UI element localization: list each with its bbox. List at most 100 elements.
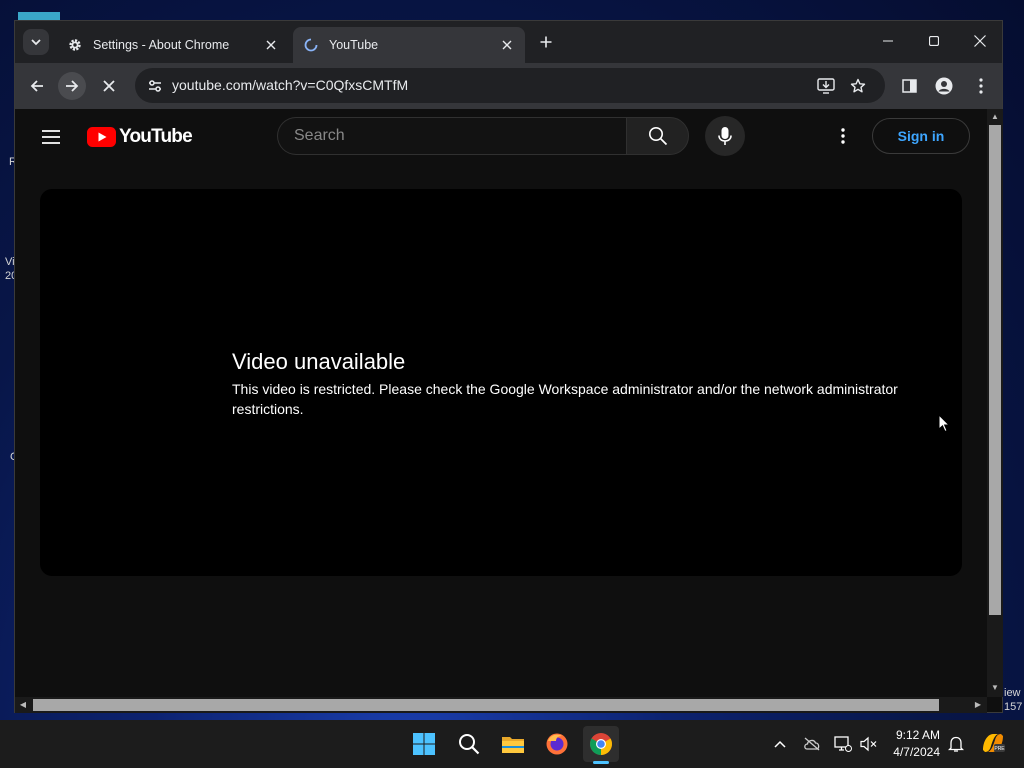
error-title: Video unavailable <box>232 349 406 374</box>
copilot-button[interactable]: PRE <box>980 731 1006 755</box>
new-tab-button[interactable] <box>535 31 557 53</box>
horizontal-scroll-thumb[interactable] <box>33 699 939 711</box>
address-bar[interactable]: youtube.com/watch?v=C0QfxsCMTfM <box>135 68 885 103</box>
copilot-icon: PRE <box>983 734 1005 752</box>
tab-settings-about-chrome[interactable]: Settings - About Chrome <box>57 27 289 63</box>
minimize-icon <box>883 40 893 42</box>
chrome-menu-button[interactable] <box>967 72 995 100</box>
svg-text:PRE: PRE <box>994 746 1005 752</box>
search-box <box>277 117 627 155</box>
clock-date: 4/7/2024 <box>893 745 940 759</box>
maximize-button[interactable] <box>912 27 956 55</box>
tab-close-button[interactable] <box>499 37 515 53</box>
tab-title: YouTube <box>329 38 379 52</box>
search-icon <box>648 127 667 146</box>
desktop-text-fragment: iew <box>1004 687 1021 699</box>
scroll-left-arrow-icon[interactable]: ◀ <box>18 700 28 710</box>
folder-icon <box>502 737 524 753</box>
install-app-button[interactable] <box>812 72 840 100</box>
settings-more-button[interactable] <box>831 124 855 148</box>
search-button[interactable] <box>626 117 689 155</box>
notifications-button[interactable] <box>946 734 966 754</box>
chrome-taskbar-button[interactable] <box>583 726 619 762</box>
back-button[interactable] <box>23 72 51 100</box>
side-panel-button[interactable] <box>895 72 923 100</box>
taskbar: 9:12 AM 4/7/2024 PRE <box>0 720 1024 768</box>
vertical-scrollbar[interactable]: ▲ ▼ <box>987 109 1003 697</box>
gear-icon <box>67 37 83 53</box>
voice-search-button[interactable] <box>705 116 745 156</box>
loading-spinner-icon <box>303 37 319 53</box>
scroll-up-arrow-icon[interactable]: ▲ <box>990 112 1000 122</box>
tab-youtube[interactable]: YouTube <box>293 27 525 63</box>
firefox-icon <box>546 733 568 755</box>
site-info-button[interactable] <box>141 72 169 100</box>
guide-menu-button[interactable] <box>39 125 63 149</box>
arrow-right-icon <box>66 80 79 92</box>
forward-button[interactable] <box>58 72 86 100</box>
video-player[interactable]: Video unavailable This video is restrict… <box>40 189 962 576</box>
firefox-button[interactable] <box>539 726 575 762</box>
cloud-offline-icon <box>804 737 820 751</box>
horizontal-scrollbar[interactable]: ◀ ▶ <box>15 697 987 713</box>
youtube-wordmark: YouTube <box>119 126 193 147</box>
tune-icon <box>149 80 161 92</box>
vertical-scroll-thumb[interactable] <box>989 125 1001 615</box>
more-vert-icon <box>979 78 983 94</box>
onedrive-tray-icon[interactable] <box>802 734 822 754</box>
desktop-tile <box>18 12 60 20</box>
youtube-play-icon <box>87 127 116 147</box>
scroll-right-arrow-icon[interactable]: ▶ <box>973 700 983 710</box>
show-hidden-icons-button[interactable] <box>770 734 790 754</box>
url-text[interactable]: youtube.com/watch?v=C0QfxsCMTfM <box>172 68 408 103</box>
network-tray-icon[interactable] <box>833 734 853 754</box>
chevron-down-icon <box>31 39 41 46</box>
close-window-button[interactable] <box>958 27 1002 55</box>
tab-title: Settings - About Chrome <box>93 38 230 52</box>
active-app-indicator <box>593 761 609 764</box>
desktop-text-fragment: 157 <box>1004 701 1023 713</box>
tab-search-button[interactable] <box>23 29 49 55</box>
person-icon <box>935 77 953 95</box>
bookmark-button[interactable] <box>844 72 872 100</box>
system-clock[interactable]: 9:12 AM 4/7/2024 <box>880 727 940 761</box>
sign-in-button[interactable]: Sign in <box>872 118 970 154</box>
chrome-window: Settings - About Chrome YouTube youtube.… <box>14 20 1003 713</box>
maximize-icon <box>929 36 939 46</box>
youtube-page: YouTube Sign in Video unavailable This v… <box>15 109 987 697</box>
microphone-icon <box>718 127 732 145</box>
windows-logo-icon <box>413 733 435 755</box>
profile-button[interactable] <box>930 72 958 100</box>
stop-loading-button[interactable] <box>95 72 123 100</box>
taskbar-search-button[interactable] <box>451 726 487 762</box>
close-icon <box>266 40 276 50</box>
more-vert-icon <box>841 128 845 144</box>
chrome-icon <box>590 733 612 755</box>
tab-strip: Settings - About Chrome YouTube <box>15 21 1002 63</box>
start-button[interactable] <box>406 726 442 762</box>
close-icon <box>974 35 986 47</box>
side-panel-icon <box>901 79 917 93</box>
install-icon <box>817 78 835 94</box>
bell-icon <box>948 736 964 752</box>
minimize-button[interactable] <box>866 27 910 55</box>
speaker-muted-icon <box>860 736 877 752</box>
search-icon <box>459 734 480 755</box>
plus-icon <box>540 36 552 48</box>
close-icon <box>103 80 115 92</box>
arrow-left-icon <box>30 80 43 92</box>
star-icon <box>850 78 866 93</box>
chevron-up-icon <box>774 740 786 748</box>
scroll-down-arrow-icon[interactable]: ▼ <box>990 683 1000 693</box>
file-explorer-button[interactable] <box>495 726 531 762</box>
hamburger-icon <box>42 130 60 144</box>
error-message: This video is restricted. Please check t… <box>232 381 898 417</box>
tab-close-button[interactable] <box>263 37 279 53</box>
clock-time: 9:12 AM <box>895 728 940 742</box>
volume-tray-icon[interactable] <box>859 734 879 754</box>
close-icon <box>502 40 512 50</box>
youtube-logo[interactable]: YouTube <box>87 126 193 148</box>
search-input[interactable] <box>278 118 614 154</box>
browser-toolbar: youtube.com/watch?v=C0QfxsCMTfM <box>15 63 1002 109</box>
mouse-cursor-icon <box>938 413 951 438</box>
